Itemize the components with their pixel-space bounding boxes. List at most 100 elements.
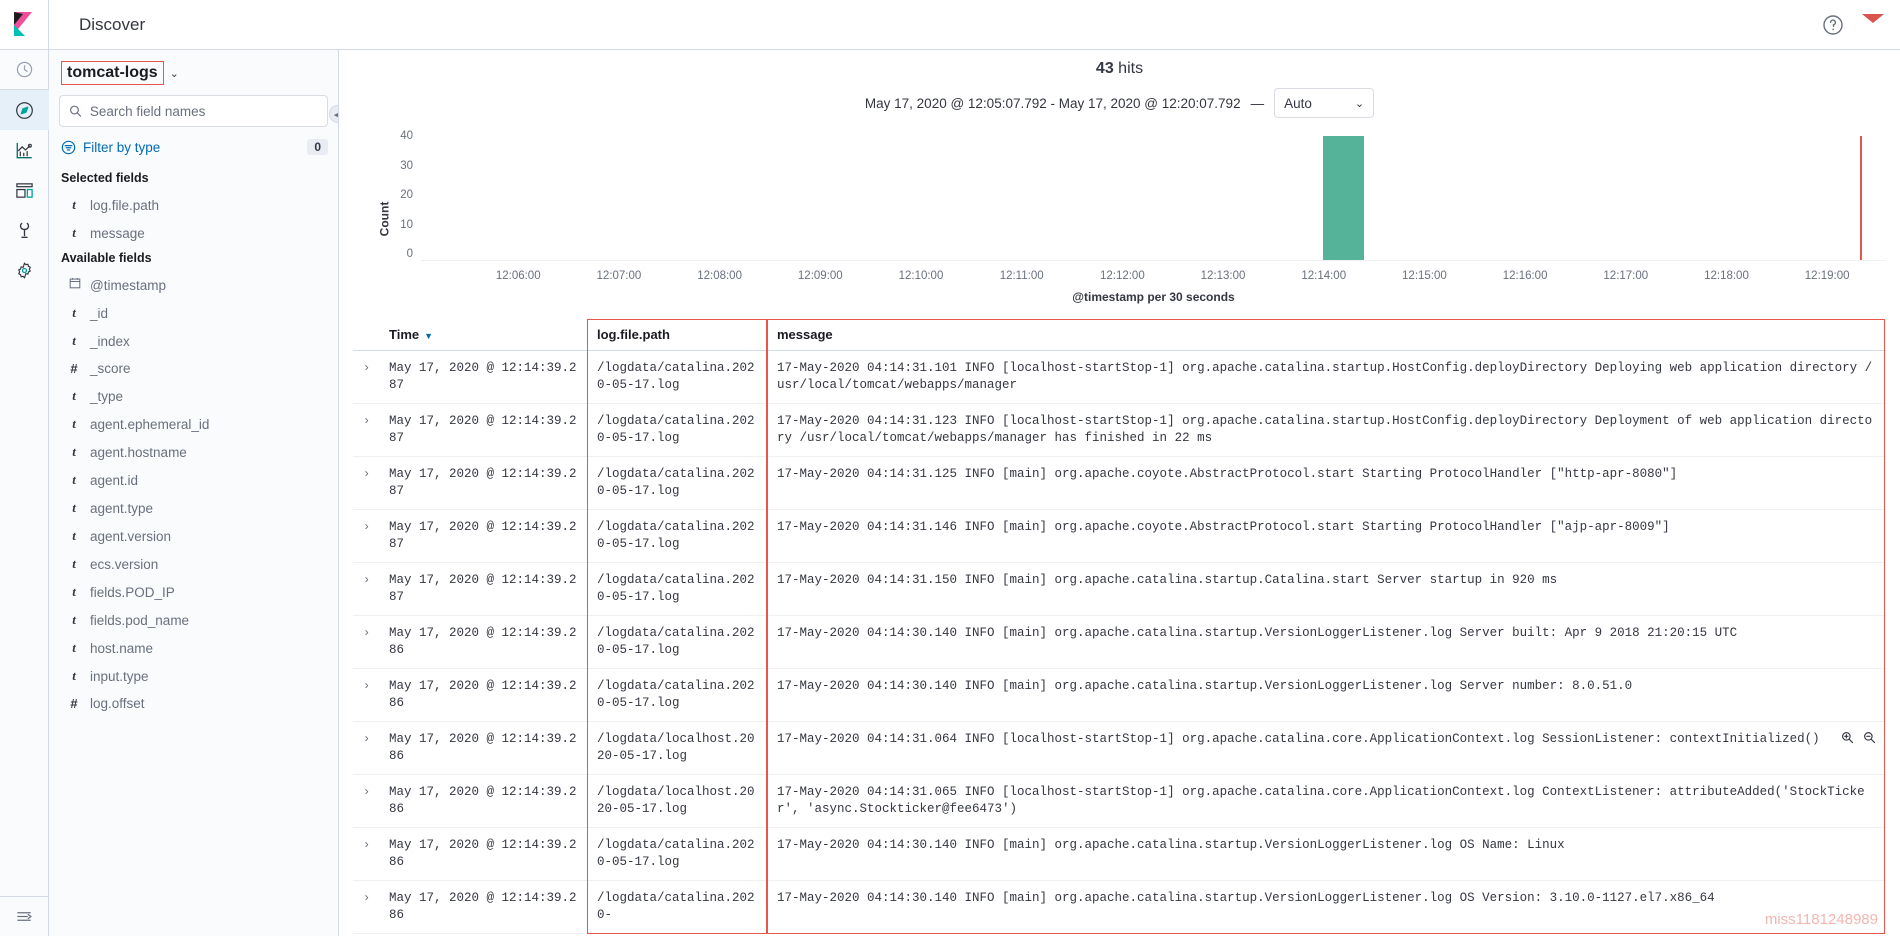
expand-row-button[interactable]: › <box>353 668 379 722</box>
cell-time: May 17, 2020 @ 12:14:39.286 <box>379 615 587 669</box>
rail-item-dev-tools[interactable] <box>0 210 49 250</box>
histogram-bar[interactable] <box>1323 136 1364 260</box>
rail-item-dashboard[interactable] <box>0 170 49 210</box>
available-field-input-type[interactable]: t input.type <box>59 662 328 690</box>
selected-field-log-file-path[interactable]: t log.file.path <box>59 191 328 219</box>
rail-item-visualize[interactable] <box>0 130 49 170</box>
chart-icon <box>16 142 32 158</box>
table-row[interactable]: › May 17, 2020 @ 12:14:39.287/logdata/cat… <box>353 403 1886 457</box>
expand-row-button[interactable]: › <box>353 456 379 510</box>
table-row[interactable]: › May 17, 2020 @ 12:14:39.287/logdata/cat… <box>353 509 1886 563</box>
table-header-row: Time ▼ log.file.path message <box>353 319 1886 351</box>
table-row[interactable]: › May 17, 2020 @ 12:14:39.287/logdata/cat… <box>353 456 1886 510</box>
cell-message: 17-May-2020 04:14:31.125 INFO [main] org… <box>767 456 1886 510</box>
table-row[interactable]: › May 17, 2020 @ 12:14:39.286/logdata/cat… <box>353 880 1886 934</box>
interval-select[interactable]: Auto ⌄ <box>1274 88 1375 118</box>
table-row[interactable]: › May 17, 2020 @ 12:14:39.287/logdata/cat… <box>353 350 1886 404</box>
expand-row-button[interactable]: › <box>353 774 379 828</box>
selected-fields-title: Selected fields <box>61 171 149 185</box>
string-field-icon: t <box>72 225 76 240</box>
table-row[interactable]: › May 17, 2020 @ 12:14:39.286/logdata/cat… <box>353 827 1886 881</box>
time-range-row: May 17, 2020 @ 12:05:07.792 - May 17, 20… <box>339 78 1900 124</box>
table-row[interactable]: › May 17, 2020 @ 12:14:39.286/logdata/cat… <box>353 615 1886 669</box>
rail-item-collapse-nav[interactable] <box>0 896 49 936</box>
watermark: miss1181248989 <box>1764 911 1878 928</box>
chevron-right-icon: › <box>363 679 371 693</box>
collapse-sidebar-button[interactable]: ◀ <box>329 105 338 123</box>
hits-label: hits <box>1118 60 1144 77</box>
field-name-label: log.offset <box>90 696 145 711</box>
expand-row-button[interactable]: › <box>353 350 379 404</box>
expand-row-button[interactable]: › <box>353 721 379 775</box>
search-input[interactable] <box>89 103 318 119</box>
cell-message: 17-May-2020 04:14:31.064 INFO [localhost… <box>767 721 1886 775</box>
cell-message: 17-May-2020 04:14:30.140 INFO [main] org… <box>767 668 1886 722</box>
available-fields-title: Available fields <box>61 251 152 265</box>
x-tick: 12:08:00 <box>697 270 742 282</box>
string-field-icon: t <box>72 333 76 348</box>
column-header-log-file-path[interactable]: log.file.path <box>587 319 767 351</box>
rail-item-recently-viewed[interactable] <box>0 50 49 90</box>
documents-table-body: › May 17, 2020 @ 12:14:39.287/logdata/cat… <box>353 350 1886 934</box>
available-field-agent-ephemeral-id[interactable]: t agent.ephemeral_id <box>59 410 328 438</box>
available-field-agent-type[interactable]: t agent.type <box>59 494 328 522</box>
field-name-label: message <box>90 225 145 241</box>
table-row[interactable]: › May 17, 2020 @ 12:14:39.287/logdata/cat… <box>353 562 1886 616</box>
wrench-icon <box>19 222 29 238</box>
zoom-in-icon[interactable] <box>1841 731 1854 744</box>
cell-time: May 17, 2020 @ 12:14:39.286 <box>379 668 587 722</box>
available-field--id[interactable]: t _id <box>59 299 328 327</box>
available-field--timestamp[interactable]: @timestamp <box>59 271 328 299</box>
rail-item-discover[interactable] <box>0 90 49 130</box>
expand-row-button[interactable]: › <box>353 403 379 457</box>
expand-row-button[interactable]: › <box>353 880 379 934</box>
index-pattern-selector[interactable]: tomcat-logs ⌄ <box>59 58 328 95</box>
available-field-fields-pod-ip[interactable]: t fields.POD_IP <box>59 578 328 606</box>
available-field-agent-id[interactable]: t agent.id <box>59 466 328 494</box>
row-action-icons <box>1841 731 1876 744</box>
kibana-logo[interactable] <box>0 0 49 49</box>
chevron-right-icon: › <box>363 573 371 587</box>
hits-count: 43 <box>1095 60 1114 77</box>
cell-time: May 17, 2020 @ 12:14:39.287 <box>379 509 587 563</box>
string-field-icon: t <box>72 305 76 320</box>
zoom-out-icon[interactable] <box>1863 731 1876 744</box>
available-field-fields-pod-name[interactable]: t fields.pod_name <box>59 606 328 634</box>
table-row[interactable]: › May 17, 2020 @ 12:14:39.286/logdata/loc… <box>353 721 1886 775</box>
mail-icon[interactable] <box>1862 14 1886 36</box>
table-row[interactable]: › May 17, 2020 @ 12:14:39.286/logdata/loc… <box>353 774 1886 828</box>
hits-summary: 43 hits <box>339 50 1900 78</box>
chevron-down-icon: ⌄ <box>1354 97 1365 110</box>
column-header-message[interactable]: message <box>767 319 1886 351</box>
expand-row-button[interactable]: › <box>353 827 379 881</box>
available-field-agent-version[interactable]: t agent.version <box>59 522 328 550</box>
available-field-host-name[interactable]: t host.name <box>59 634 328 662</box>
field-name-label: input.type <box>90 668 149 684</box>
available-field--index[interactable]: t _index <box>59 327 328 355</box>
cell-log-file-path: /logdata/catalina.2020-05-17.log <box>587 509 767 563</box>
available-field--type[interactable]: t _type <box>59 382 328 410</box>
chevron-down-icon[interactable]: ⌄ <box>170 67 179 80</box>
expand-row-button[interactable]: › <box>353 562 379 616</box>
expand-row-button[interactable]: › <box>353 615 379 669</box>
available-field-agent-hostname[interactable]: t agent.hostname <box>59 438 328 466</box>
filter-by-type-button[interactable]: Filter by type 0 <box>59 136 328 167</box>
available-field-ecs-version[interactable]: t ecs.version <box>59 550 328 578</box>
field-name-label: fields.POD_IP <box>90 584 175 600</box>
plot-area[interactable] <box>421 136 1886 261</box>
question-circle-icon[interactable] <box>1822 14 1844 36</box>
field-search-box[interactable] <box>59 95 328 127</box>
expand-row-button[interactable]: › <box>353 509 379 563</box>
number-field-icon: # <box>70 696 78 711</box>
rail-item-management[interactable] <box>0 250 49 290</box>
cell-time: May 17, 2020 @ 12:14:39.287 <box>379 562 587 616</box>
available-field--score[interactable]: # _score <box>59 355 328 382</box>
y-axis-ticks: 40 30 20 10 0 <box>383 130 413 260</box>
column-header-time[interactable]: Time ▼ <box>379 319 587 351</box>
selected-field-message[interactable]: t message <box>59 219 328 247</box>
available-field-log-offset[interactable]: # log.offset <box>59 690 328 717</box>
table-row[interactable]: › May 17, 2020 @ 12:14:39.286/logdata/cat… <box>353 668 1886 722</box>
sort-desc-icon[interactable]: ▼ <box>424 331 433 341</box>
field-sidebar: tomcat-logs ⌄ Filter by type 0 Selected … <box>49 50 339 936</box>
cell-message: 17-May-2020 04:14:30.140 INFO [main] org… <box>767 880 1886 934</box>
